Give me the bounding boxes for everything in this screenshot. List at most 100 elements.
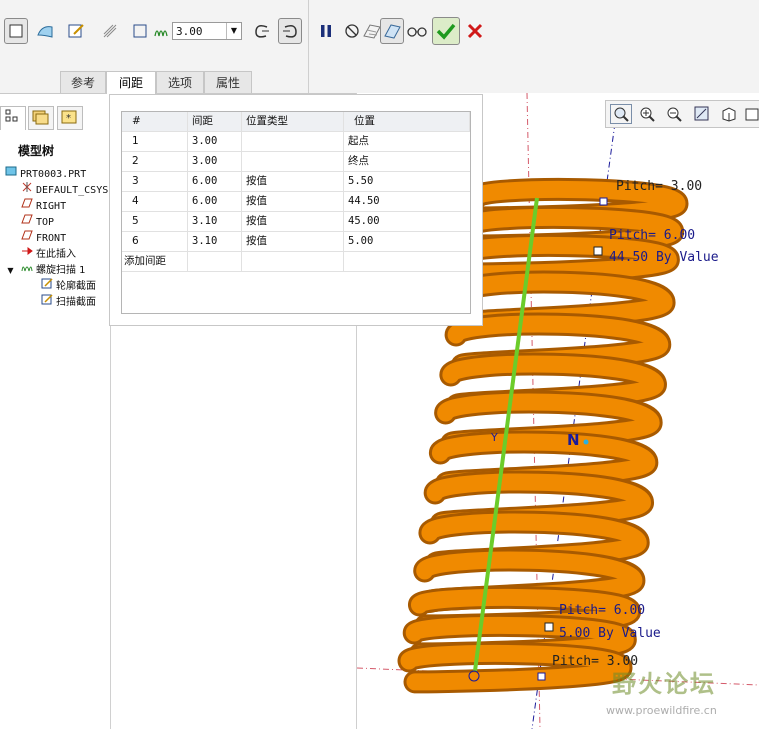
tree-item-sweep-section[interactable]: 扫描截面 [40,293,96,309]
table-row[interactable]: 6 3.10 按值 5.00 [122,232,470,252]
sketch-edit-icon [68,24,84,38]
dashboard-ribbon: 3.00 ▼ 参考 间距 选项 属性 [0,0,759,94]
close-icon [467,23,483,39]
table-cell[interactable]: 3.10 [188,212,242,231]
pitch-panel: # 间距 位置类型 位置 1 3.00 起点 2 3.00 终点 3 6.00 按值 5.50 4 6… [109,94,483,326]
tree-item-csys[interactable]: DEFAULT_CSYS [20,181,108,197]
preview-glasses-button[interactable] [405,18,429,44]
model-tree-tab[interactable] [0,106,26,130]
table-cell[interactable]: 终点 [344,152,470,171]
ribbon-separator [308,0,309,93]
tree-item-insert-here[interactable]: 在此插入 [20,245,76,261]
remove-material-icon [103,24,117,38]
part-icon [4,165,17,183]
right-handed-button[interactable] [278,18,302,44]
table-cell[interactable]: 3.10 [188,232,242,251]
table-cell[interactable]: 6.00 [188,172,242,191]
table-row[interactable]: 3 6.00 按值 5.50 [122,172,470,192]
table-cell [188,252,242,271]
saved-views-button[interactable] [742,104,759,124]
table-cell[interactable]: 按值 [242,192,344,211]
chevron-down-icon[interactable]: ▼ [226,23,241,39]
thicken-button[interactable] [128,18,152,44]
table-cell[interactable]: 按值 [242,212,344,231]
pitch-value-input[interactable]: 3.00 ▼ [172,22,242,40]
model-tree-icon [5,109,18,122]
table-cell [242,252,344,271]
display-style-button[interactable] [718,104,740,124]
table-cell[interactable]: 3.00 [188,152,242,171]
table-cell[interactable]: 4 [122,192,188,211]
tree-item-part[interactable]: PRT0003.PRT [4,165,86,181]
table-cell[interactable]: 45.00 [344,212,470,231]
column-header: 位置类型 [242,112,344,131]
repaint-button[interactable] [691,104,713,124]
column-header: 位置 [344,112,470,131]
pitch-point-marker[interactable] [599,197,608,206]
pitch-point-marker[interactable] [593,246,603,256]
pitch-label-upper: Pitch= 6.00 [609,228,696,243]
table-header: # 间距 位置类型 位置 [122,112,470,132]
star-folder-icon: * [61,110,77,124]
tree-item-front[interactable]: FRONT [20,229,66,245]
tab-pitch[interactable]: 间距 [106,71,156,94]
table-cell[interactable]: 按值 [242,232,344,251]
pitch-point-marker[interactable] [537,672,546,681]
table-cell[interactable]: 6.00 [188,192,242,211]
table-cell[interactable]: 2 [122,152,188,171]
table-row[interactable]: 5 3.10 按值 45.00 [122,212,470,232]
surface-mode-button[interactable] [33,18,57,44]
apply-button[interactable] [432,17,460,45]
left-hand-rule-icon [255,25,269,38]
pause-button[interactable] [314,18,338,44]
no-preview-icon [345,24,359,38]
pitch-spring-icon [154,24,170,41]
table-cell[interactable]: 6 [122,232,188,251]
pitch-label-top: Pitch= 3.00 [616,179,703,194]
add-pitch-label[interactable]: 添加间距 [122,252,188,271]
table-cell[interactable]: 5.00 [344,232,470,251]
thicken-icon [133,24,147,38]
table-row[interactable]: 1 3.00 起点 [122,132,470,152]
tab-references[interactable]: 参考 [60,71,106,93]
refit-button[interactable] [610,104,632,124]
right-hand-rule-icon [283,25,297,38]
model-tree-title: 模型树 [18,144,55,158]
add-pitch-row[interactable]: 添加间距 [122,252,470,272]
table-cell[interactable]: 3 [122,172,188,191]
remove-material-button[interactable] [98,18,122,44]
zoom-in-button[interactable] [636,104,658,124]
expand-triangle-icon[interactable]: ▼ [4,263,17,279]
cancel-button[interactable] [463,18,487,44]
forum-watermark-url: www.proewildfire.cn [606,704,717,717]
table-cell[interactable]: 44.50 [344,192,470,211]
edit-sweep-section-button[interactable] [64,18,88,44]
left-handed-button[interactable] [250,18,274,44]
tree-item-profile-section[interactable]: 轮廓截面 [40,277,96,293]
verify-mode-button[interactable] [380,18,404,44]
sketch-icon [40,293,53,311]
solid-mode-button[interactable] [4,18,28,44]
zoom-out-button[interactable] [663,104,685,124]
checkmark-icon [436,23,456,40]
favorites-tab[interactable]: * [57,106,83,130]
table-cell[interactable] [242,152,344,171]
layer-tree-tab[interactable] [28,106,54,130]
tree-item-top[interactable]: TOP [20,213,54,229]
table-row[interactable]: 2 3.00 终点 [122,152,470,172]
table-cell[interactable]: 3.00 [188,132,242,151]
table-cell[interactable]: 5 [122,212,188,231]
table-row[interactable]: 4 6.00 按值 44.50 [122,192,470,212]
pitch-point-marker[interactable] [544,622,554,632]
table-cell[interactable]: 1 [122,132,188,151]
repaint-icon [694,106,709,121]
table-cell[interactable] [242,132,344,151]
tab-properties[interactable]: 属性 [204,71,252,93]
table-cell[interactable]: 5.50 [344,172,470,191]
tab-options[interactable]: 选项 [156,71,204,93]
table-cell[interactable]: 起点 [344,132,470,151]
tree-item-helical-sweep[interactable]: ▼ 螺旋扫描 1 [4,261,85,279]
table-cell[interactable]: 按值 [242,172,344,191]
tree-item-right[interactable]: RIGHT [20,197,66,213]
solid-icon [9,24,23,38]
